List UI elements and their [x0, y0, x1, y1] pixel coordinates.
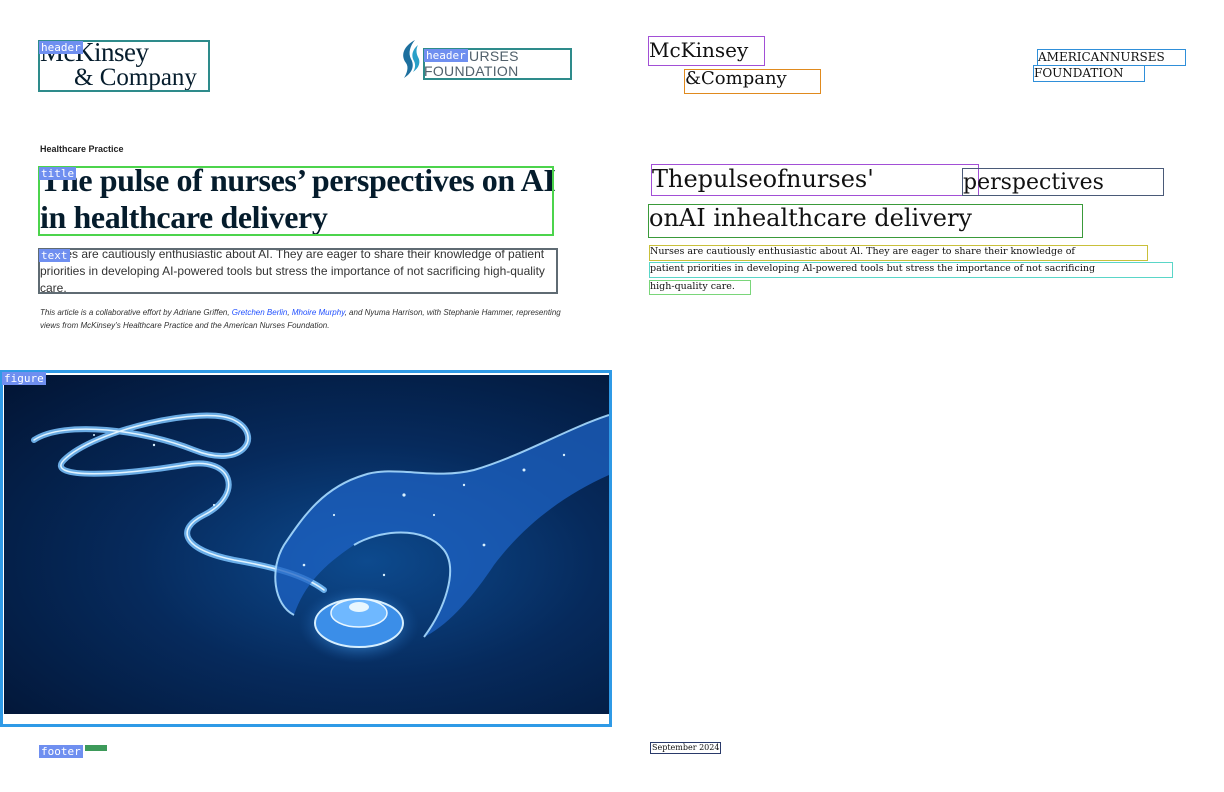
ocr-lead-line2: patient priorities in developing Al-powe… — [650, 263, 1096, 274]
anf-logo-text: CAN NURSES FOUNDATION — [424, 48, 519, 79]
author-link-murphy[interactable]: Mhoire Murphy — [292, 308, 345, 317]
ocr-mckinsey-line1: McKinsey — [649, 38, 749, 62]
ocr-mckinsey-line2: &Company — [685, 68, 787, 89]
annotated-page: McKinsey & Company CAN NURSES FOUNDATION… — [0, 0, 612, 792]
footer-chip — [85, 745, 107, 751]
annotation-box-footer: footer — [39, 745, 83, 758]
anf-leaf-icon — [403, 40, 420, 78]
ocr-title-part-b: perspectives — [963, 170, 1104, 195]
ocr-title-part-c: onAI inhealthcare delivery — [649, 204, 972, 232]
ocr-anf-line2: FOUNDATION — [1034, 66, 1124, 80]
ocr-title-part-a: Thepulseofnurses' — [652, 165, 874, 193]
author-link-berlin[interactable]: Gretchen Berlin — [232, 308, 288, 317]
article-lead: Nurses are cautiously enthusiastic about… — [40, 247, 545, 295]
practice-kicker: Healthcare Practice — [40, 144, 124, 154]
mckinsey-logo: McKinsey & Company — [40, 37, 197, 91]
ocr-anf-line1: AMERICANNURSES — [1038, 50, 1165, 64]
article-title: The pulse of nurses’ perspectives on AI … — [40, 162, 556, 235]
ocr-lead-line1: Nurses are cautiously enthusiastic about… — [650, 246, 1075, 257]
hero-image-stethoscope — [4, 375, 609, 714]
ocr-lead-line3: high-quality care. — [650, 281, 735, 292]
ocr-view: McKinsey &Company AMERICANNURSES FOUNDAT… — [612, 0, 1224, 792]
article-byline: This article is a collaborative effort b… — [40, 308, 561, 330]
ocr-date: September 2024 — [652, 743, 720, 752]
